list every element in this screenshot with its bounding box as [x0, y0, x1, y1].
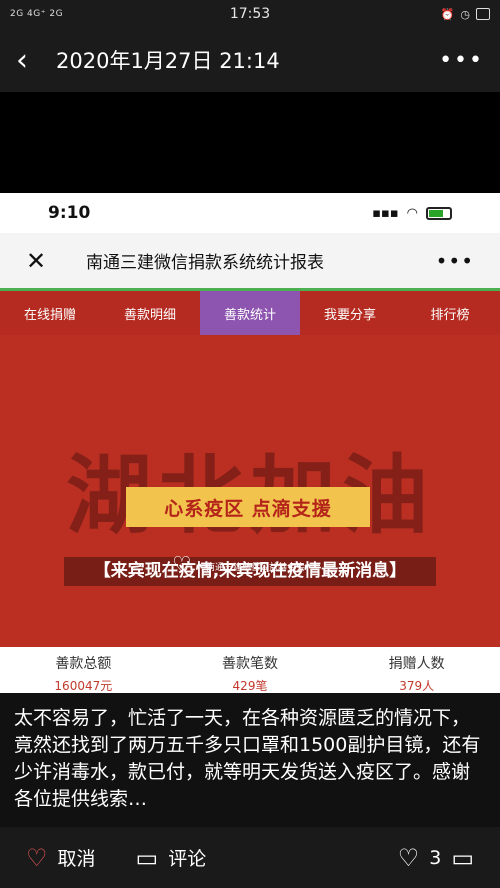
screenshot-page: 2G 4G⁺ 2G 17:53 ⏰ ◷ ‹ 2020年1月27日 21:14 •…: [0, 0, 500, 888]
stat-label: 捐赠人数: [388, 656, 445, 672]
inner-nav-bar: ✕ 南通三建微信捐款系统统计报表 •••: [0, 233, 500, 291]
campaign-banner: 湖北加油 【来宾现在疫情,来宾现在疫情最新消息】 心系疫区 点滴支援 ♡ 南通三…: [0, 335, 500, 647]
tab-online-donation: 在线捐赠: [23, 307, 76, 323]
embedded-screenshot[interactable]: 9:10 ▪▪▪ ◠ ✕ 南通三建微信捐款系统统计报表 ••• 在线捐赠 善款明…: [0, 193, 500, 693]
stat-value: 429笔: [232, 679, 268, 693]
foundation-label: ♡ 南通三建慈善公益基金会: [172, 555, 305, 577]
foundation-name: 南通三建慈善公益基金会: [206, 562, 306, 573]
comment-count-icon: ▭: [451, 843, 474, 872]
inner-page-title: 南通三建微信捐款系统统计报表: [86, 253, 324, 273]
inner-tab-bar: 在线捐赠 善款明细 善款统计 我要分享 排行榜: [0, 291, 500, 335]
like-comment-counts[interactable]: ♡ 3 ▭: [398, 844, 474, 872]
stat-donor-count: 捐赠人数 379人: [333, 647, 500, 693]
inner-more-icon: •••: [435, 248, 474, 273]
cancel-like-button[interactable]: ♡ 取消: [26, 844, 96, 872]
status-time: 17:53: [229, 6, 271, 22]
like-count: 3: [429, 846, 442, 869]
heart-icon: ♡: [26, 843, 48, 872]
stat-donation-count: 善款笔数 429笔: [167, 647, 334, 693]
tab-leaderboard: 排行榜: [430, 307, 470, 323]
signal-icon: ▪▪▪: [372, 205, 399, 221]
support-slogan: 心系疫区 点滴支援: [126, 487, 370, 527]
stat-value: 160047元: [54, 679, 113, 693]
cancel-label: 取消: [57, 848, 96, 870]
more-dots-icon[interactable]: •••: [439, 48, 484, 73]
like-heart-icon: ♡: [397, 843, 420, 872]
stat-total-amount: 善款总额 160047元: [0, 647, 167, 693]
inner-status-icons: ▪▪▪ ◠: [372, 206, 452, 221]
tab-donation-details: 善款明细: [123, 307, 176, 323]
image-top-padding: [0, 92, 500, 192]
inner-battery-icon: [426, 206, 452, 220]
handshake-heart-icon: ♡: [172, 553, 192, 578]
post-header: ‹ 2020年1月27日 21:14 •••: [0, 28, 500, 92]
close-icon: ✕: [26, 246, 47, 275]
tab-donation-statistics: 善款统计: [200, 291, 300, 335]
comment-label: 评论: [168, 848, 207, 870]
tab-share: 我要分享: [323, 307, 376, 323]
back-arrow-icon[interactable]: ‹: [16, 43, 52, 78]
action-bar: ♡ 取消 ▭ 评论 ♡ 3 ▭: [0, 827, 500, 888]
donation-stats: 善款总额 160047元 善款笔数 429笔 捐赠人数 379人: [0, 647, 500, 693]
inner-status-bar: 9:10 ▪▪▪ ◠: [0, 193, 500, 233]
stat-label: 善款笔数: [222, 656, 278, 672]
post-caption[interactable]: 太不容易了，忙活了一天，在各种资源匮乏的情况下，竟然还找到了两万五千多只口罩和1…: [0, 693, 500, 827]
stat-value: 379人: [399, 679, 435, 693]
post-date-title: 2020年1月27日 21:14: [56, 49, 280, 73]
stat-label: 善款总额: [55, 656, 112, 672]
comment-button[interactable]: ▭ 评论: [136, 844, 207, 872]
wifi-icon: ◠: [406, 205, 418, 221]
system-status-bar: 2G 4G⁺ 2G 17:53 ⏰ ◷: [0, 0, 500, 28]
comment-icon: ▭: [135, 843, 159, 872]
inner-status-time: 9:10: [48, 203, 91, 223]
